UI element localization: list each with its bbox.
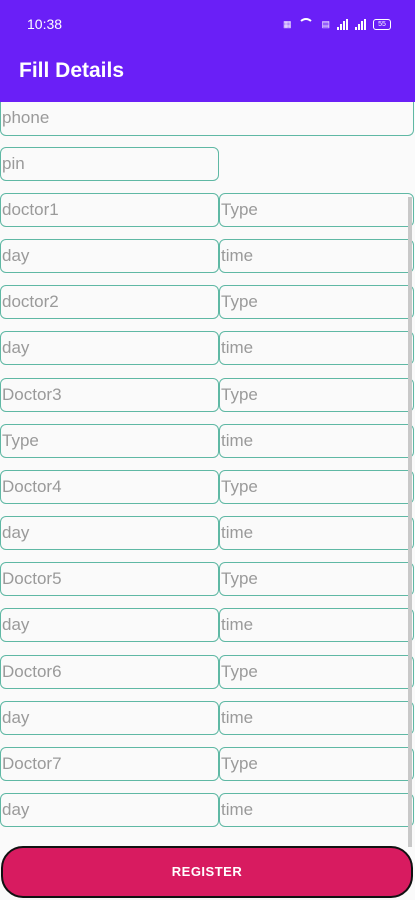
form-field-right[interactable]: Type: [219, 562, 414, 596]
form-field-right[interactable]: Type: [219, 285, 414, 319]
form-field-right[interactable]: time: [219, 424, 414, 458]
form-field-left[interactable]: Doctor6: [0, 655, 219, 689]
form-field-left[interactable]: day: [0, 793, 219, 827]
form-field-right[interactable]: Type: [219, 655, 414, 689]
form-field-right[interactable]: Type: [219, 378, 414, 412]
scrollbar[interactable]: [408, 197, 412, 847]
form-field-left[interactable]: Doctor4: [0, 470, 219, 504]
volte-icon: ▤: [321, 18, 330, 29]
status-icons: ▦ ▤ 55: [283, 18, 391, 30]
signal-icon: [337, 18, 348, 30]
form-field-left[interactable]: day: [0, 239, 219, 273]
battery-icon: 55: [373, 18, 391, 30]
signal-icon: [355, 18, 366, 30]
phone-field[interactable]: phone: [0, 102, 414, 136]
status-time: 10:38: [27, 16, 63, 32]
form-field-right[interactable]: time: [219, 701, 414, 735]
form-field-right[interactable]: time: [219, 239, 414, 273]
form-field-left[interactable]: day: [0, 331, 219, 365]
form-field-right[interactable]: Type: [219, 193, 414, 227]
form-field-left[interactable]: Type: [0, 424, 219, 458]
form-field-left[interactable]: doctor1: [0, 193, 219, 227]
register-button[interactable]: REGISTER: [1, 846, 413, 898]
form-field-left[interactable]: Doctor5: [0, 562, 219, 596]
form-field-left[interactable]: Doctor7: [0, 747, 219, 781]
form-field-right[interactable]: Type: [219, 470, 414, 504]
form-field-left[interactable]: day: [0, 608, 219, 642]
pin-field[interactable]: pin: [0, 147, 219, 181]
app-bar: Fill Details: [0, 38, 415, 102]
form-field-left[interactable]: Doctor3: [0, 378, 219, 412]
form-field-right[interactable]: time: [219, 608, 414, 642]
form-field-right[interactable]: time: [219, 331, 414, 365]
status-bar: 10:38 ▦ ▤ 55: [0, 0, 415, 38]
form-field-left[interactable]: day: [0, 516, 219, 550]
nfc-icon: ▦: [282, 18, 292, 29]
page-title: Fill Details: [19, 59, 125, 82]
form-field-right[interactable]: Type: [219, 747, 414, 781]
wifi-icon: [298, 18, 315, 30]
form-field-left[interactable]: day: [0, 701, 219, 735]
form-field-left[interactable]: doctor2: [0, 285, 219, 319]
form-field-right[interactable]: time: [219, 793, 414, 827]
form-field-right[interactable]: time: [219, 516, 414, 550]
